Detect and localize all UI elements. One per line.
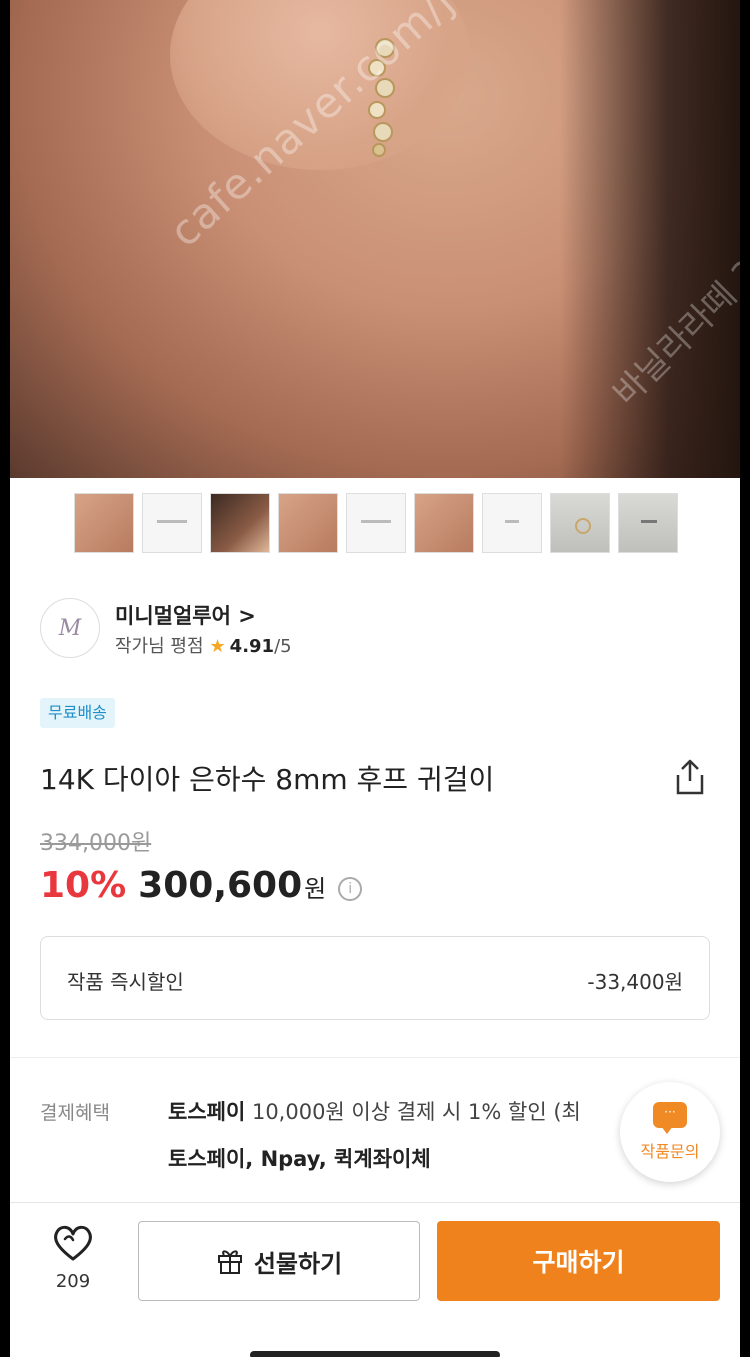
info-icon[interactable]: i [338,877,363,901]
thumbnail[interactable] [618,493,678,553]
discount-rate: 10% [40,865,127,906]
seller-rating: 작가님 평점 ★ 4.91/5 [115,632,292,658]
thumbnail[interactable] [278,493,338,553]
thumbnail[interactable] [74,493,134,553]
original-price: 334,000원 [40,831,152,856]
product-main-image[interactable]: cafe.naver.com/joonggonara 바닐라라떼 3 [10,0,740,478]
like-count: 209 [55,1271,91,1292]
inquiry-label: 작품문의 [640,1142,700,1161]
chat-bubble-icon: ··· [653,1102,687,1134]
rating-max: /5 [274,636,292,657]
share-icon[interactable] [670,757,710,797]
buy-button[interactable]: 구매하기 [437,1221,720,1301]
thumbnail[interactable] [346,493,406,553]
seller-avatar[interactable]: M [40,598,100,658]
thumbnail[interactable] [414,493,474,553]
product-title: 14K 다이아 은하수 8mm 후프 귀걸이 [40,763,495,796]
gift-button[interactable]: 선물하기 [138,1221,420,1301]
seller-info[interactable]: M 미니멀얼루어 > 작가님 평점 ★ 4.91/5 [40,598,700,662]
thumbnail[interactable] [550,493,610,553]
payment-benefit-detail: 10,000원 이상 결제 시 1% 할인 (최 [245,1100,581,1124]
seller-name-link[interactable]: 미니멀얼루어 > [115,600,256,630]
bottom-action-bar: 209 선물하기 구매하기 [10,1202,740,1357]
heart-icon [54,1225,92,1261]
free-shipping-badge: 무료배송 [40,698,115,728]
discount-label: 작품 즉시할인 [67,970,184,994]
inquiry-button[interactable]: ··· 작품문의 [620,1082,720,1182]
buy-button-label: 구매하기 [532,1248,625,1277]
payment-methods: 토스페이, Npay, 퀵계좌이체 [168,1147,431,1171]
price-row: 10% 300,600 원 i [40,865,363,915]
gift-icon [217,1250,242,1274]
product-page: cafe.naver.com/joonggonara 바닐라라떼 3 M 미니멀… [10,0,740,1357]
thumbnail-strip [74,493,678,553]
sale-price: 300,600 [138,865,303,906]
hair-shadow [560,0,740,478]
discount-amount: -33,400원 [587,970,683,994]
payment-benefit-label: 결제혜택 [40,1102,110,1124]
discount-detail-box: 작품 즉시할인 -33,400원 [40,936,710,1020]
rating-value: 4.91 [229,636,275,657]
home-indicator [250,1351,500,1357]
payment-provider: 토스페이 [168,1100,246,1124]
rating-label: 작가님 평점 [115,636,204,657]
currency-unit: 원 [304,875,327,903]
like-button[interactable]: 209 [48,1223,98,1292]
thumbnail[interactable] [210,493,270,553]
payment-benefit-line: 토스페이 10,000원 이상 결제 시 1% 할인 (최 [168,1096,581,1126]
thumbnail[interactable] [482,493,542,553]
section-divider [10,1057,740,1058]
thumbnail[interactable] [142,493,202,553]
gift-button-label: 선물하기 [253,1249,343,1278]
star-icon: ★ [209,636,226,657]
